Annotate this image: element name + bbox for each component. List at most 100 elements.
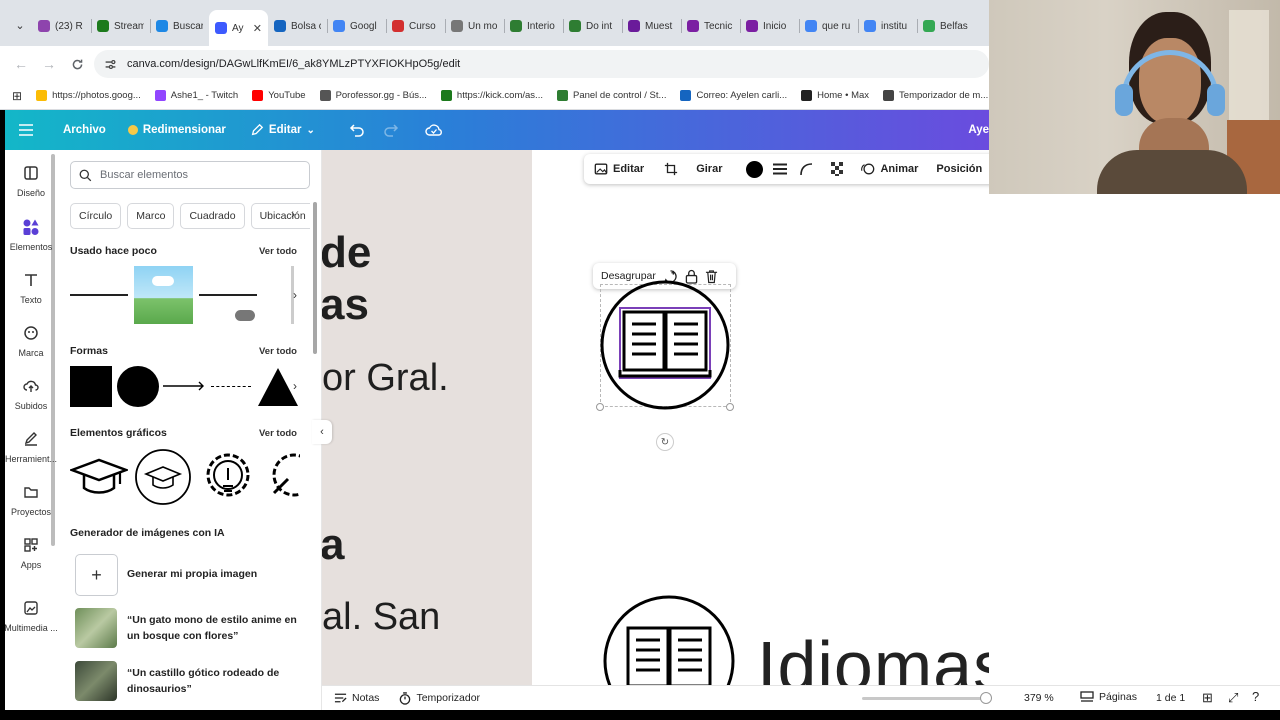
browser-tab[interactable]: Buscar (150, 10, 209, 42)
browser-tab[interactable]: institu (858, 10, 917, 42)
recent-see-all-link[interactable]: Ver todo (259, 246, 297, 257)
resize-handle-bottom-right[interactable] (726, 403, 734, 411)
rail-item-text[interactable]: Texto (5, 271, 57, 305)
canvas-heading-line-3[interactable]: a (322, 520, 344, 570)
bookmark-item[interactable]: Ashe1_ - Twitch (154, 90, 238, 101)
rotate-handle[interactable]: ↻ (656, 433, 674, 451)
open-book-circle-graphic[interactable] (600, 280, 732, 410)
graphics-see-all-link[interactable]: Ver todo (259, 428, 297, 439)
timer-button[interactable]: Temporizador (399, 691, 480, 705)
border-style-button[interactable] (773, 163, 788, 175)
forward-button[interactable]: → (38, 53, 60, 75)
browser-tab[interactable]: Muest (622, 10, 681, 42)
crop-button[interactable] (664, 162, 678, 176)
zoom-slider-thumb[interactable] (979, 692, 992, 704)
rail-item-apps[interactable]: Apps (5, 536, 57, 570)
suggestion-chip[interactable]: Ubicación (250, 203, 310, 229)
browser-tab[interactable]: Do int (563, 10, 622, 42)
recent-line-element[interactable] (70, 294, 128, 296)
apps-grid-icon[interactable]: ⊞ (12, 89, 22, 103)
rail-item-upload[interactable]: Subidos (5, 377, 57, 411)
bookmark-item[interactable]: Panel de control / St... (556, 90, 666, 101)
canvas-heading-line-1[interactable]: de (322, 228, 371, 278)
canvas-subtitle-line-2[interactable]: al. San (322, 596, 440, 639)
tab-search-button[interactable]: ⌄ (8, 11, 32, 39)
recent-landscape-element[interactable] (134, 266, 193, 324)
shapes-next-icon[interactable]: › (293, 379, 297, 393)
canvas-heading-line-2[interactable]: as (322, 280, 369, 330)
gear-bulb-graphic[interactable] (199, 448, 257, 506)
rotate-button[interactable]: Girar (696, 163, 722, 175)
suggestion-chip[interactable]: Marco (127, 203, 175, 229)
browser-tab[interactable]: (23) R (32, 10, 91, 42)
arrow-line-shape[interactable] (163, 379, 207, 393)
rail-item-brand[interactable]: Marca (5, 324, 57, 358)
cap-in-circle-graphic[interactable] (134, 448, 192, 506)
elements-search-input[interactable] (100, 169, 290, 181)
grid-view-icon[interactable]: ⊞ (1202, 690, 1213, 706)
rail-item-layout[interactable]: Diseño (5, 164, 57, 198)
bookmark-item[interactable]: https://photos.goog... (36, 90, 141, 101)
rail-item-folder[interactable]: Proyectos (5, 483, 57, 517)
file-menu-button[interactable]: Archivo (63, 124, 106, 136)
browser-tab[interactable]: que ru (799, 10, 858, 42)
animate-button[interactable]: Animar (861, 162, 918, 176)
chips-next-icon[interactable]: › (291, 207, 295, 221)
user-name[interactable]: Aye (968, 124, 989, 136)
circle-shape[interactable] (117, 366, 159, 407)
shapes-see-all-link[interactable]: Ver todo (259, 346, 297, 357)
suggestion-chip[interactable]: Cuadrado (180, 203, 245, 229)
rail-item-pen[interactable]: Herramient... (5, 430, 57, 464)
browser-tab[interactable]: Belfas (917, 10, 976, 42)
browser-tab[interactable]: Bolsa c (268, 10, 327, 42)
bookmark-item[interactable]: Porofessor.gg - Bús... (319, 90, 427, 101)
browser-tab[interactable]: Ay ✕ (209, 10, 268, 46)
reload-button[interactable] (66, 53, 88, 75)
square-shape[interactable] (70, 366, 112, 407)
canvas-right-extension[interactable] (989, 194, 1280, 685)
fullscreen-icon[interactable]: ⤢ (1228, 690, 1238, 706)
help-icon[interactable]: ? (1252, 689, 1259, 704)
color-picker-button[interactable] (746, 160, 764, 178)
browser-tab[interactable]: Googl (327, 10, 386, 42)
bookmark-item[interactable]: Correo: Ayelen carli... (680, 90, 787, 101)
canvas-bottom-title[interactable]: Idiomas. Ingles (757, 626, 989, 685)
recent-line-element-2[interactable] (199, 294, 257, 296)
transparency-button[interactable] (831, 162, 845, 176)
main-menu-button[interactable] (19, 124, 33, 136)
undo-button[interactable] (349, 123, 365, 137)
recent-next-icon[interactable]: › (293, 288, 297, 302)
browser-tab[interactable]: Inicio (740, 10, 799, 42)
browser-tab[interactable]: Stream (91, 10, 150, 42)
zoom-slider-track[interactable] (862, 697, 992, 700)
bookmark-item[interactable]: Home • Max (801, 90, 869, 101)
notes-button[interactable]: Notas (334, 692, 379, 704)
elements-search-box[interactable] (70, 161, 310, 189)
redo-button[interactable] (383, 123, 399, 137)
back-button[interactable]: ← (10, 53, 32, 75)
browser-tab[interactable]: Interio (504, 10, 563, 42)
corner-rounding-button[interactable] (799, 162, 813, 176)
browser-tab[interactable]: Curso (386, 10, 445, 42)
cloud-save-button[interactable] (425, 123, 443, 137)
bookmark-item[interactable]: Temporizador de m... (883, 90, 988, 101)
graduation-cap-graphic[interactable] (70, 448, 128, 506)
bookmark-item[interactable]: https://kick.com/as... (440, 90, 543, 101)
panel-scrollbar[interactable] (313, 202, 317, 354)
open-book-circle-graphic-2[interactable] (602, 594, 736, 685)
browser-tab[interactable]: Tecnic (681, 10, 740, 42)
suggestion-chip[interactable]: Círculo (70, 203, 122, 229)
bookmark-item[interactable]: YouTube (252, 90, 306, 101)
resize-handle-bottom-left[interactable] (596, 403, 604, 411)
collapse-panel-button[interactable]: ‹ (312, 420, 332, 444)
white-page-region[interactable] (532, 150, 989, 685)
design-canvas[interactable]: de as or Gral. a al. San Editar Girar An… (322, 150, 989, 685)
rail-item-shapes[interactable]: Elementos (5, 218, 57, 252)
resize-button[interactable]: Redimensionar (127, 124, 226, 136)
url-field[interactable]: canva.com/design/DAGwLlfKmEI/6_ak8YMLzPT… (94, 50, 989, 78)
edit-mode-button[interactable]: Editar ⌄ (250, 123, 315, 137)
browser-tab[interactable]: Un mo (445, 10, 504, 42)
ai-example-castle[interactable]: “Un castillo gótico rodeado de dinosauri… (75, 661, 297, 701)
pages-button[interactable]: Páginas (1080, 691, 1137, 703)
gear-wrench-graphic[interactable] (264, 448, 300, 506)
